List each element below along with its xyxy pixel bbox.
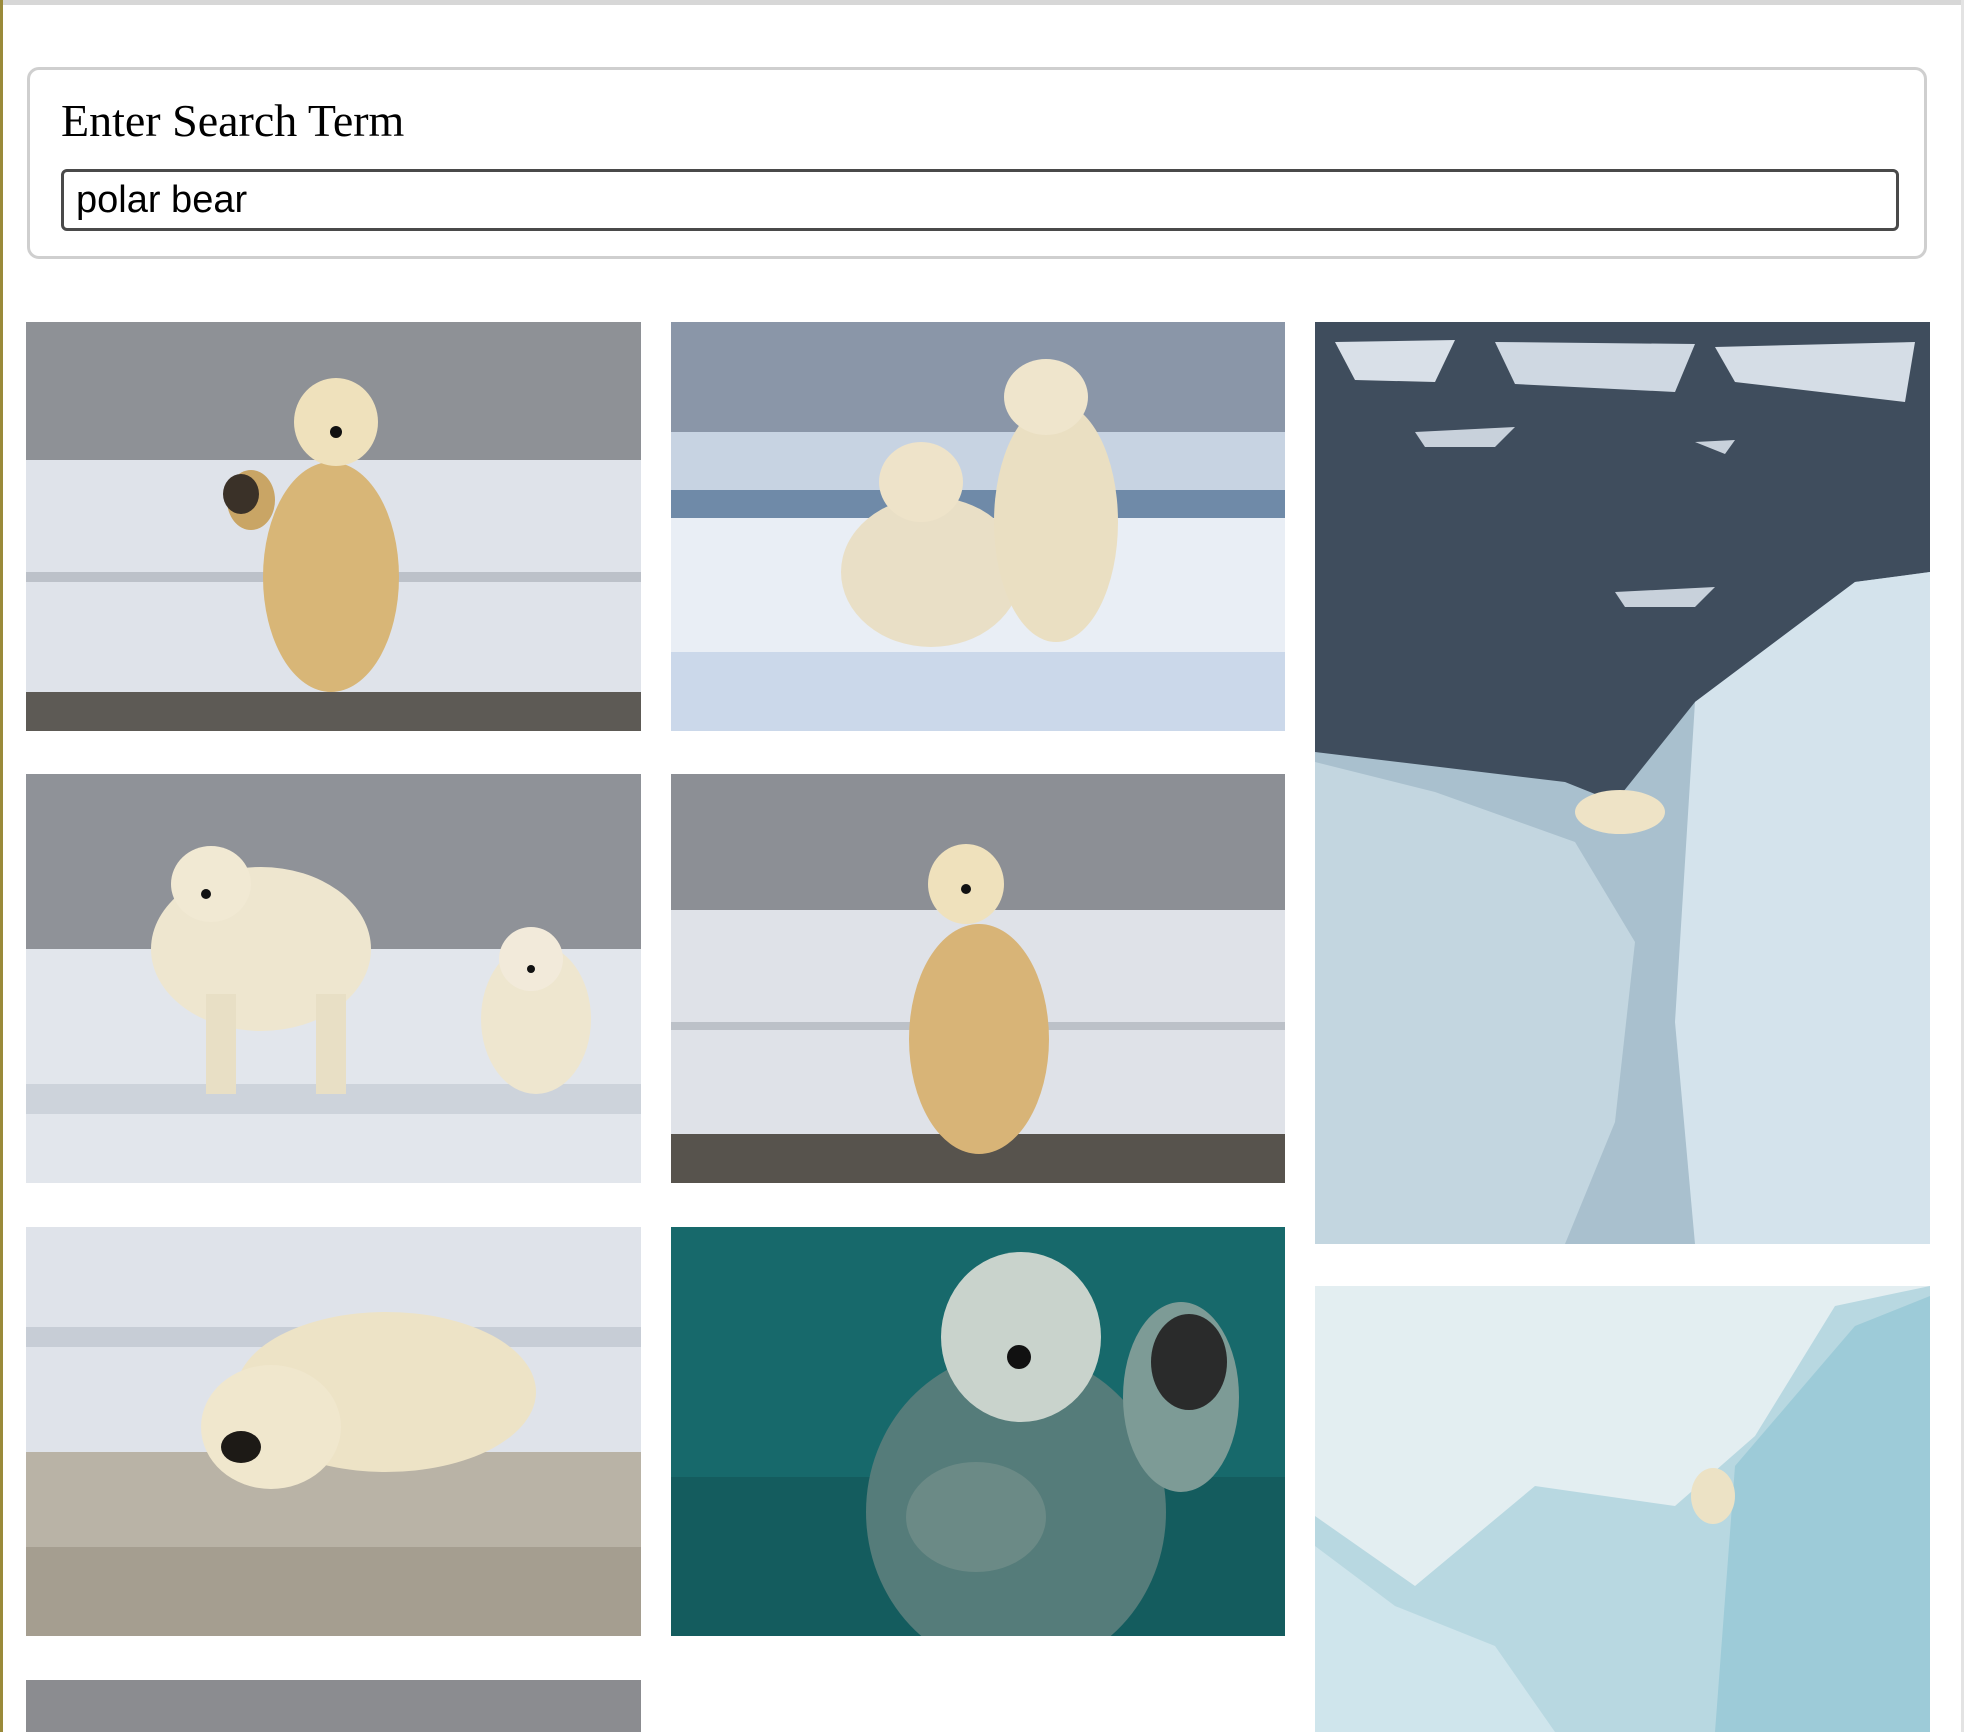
result-image-6[interactable] [26, 1227, 641, 1636]
search-label: Enter Search Term [61, 95, 405, 146]
result-image-4[interactable] [26, 774, 641, 1183]
result-image-3[interactable] [1315, 322, 1930, 1244]
polar-bear-on-iceberg-photo [1315, 322, 1930, 1244]
result-image-5[interactable] [671, 774, 1285, 1183]
top-border [0, 0, 1964, 5]
polar-bear-swimming-photo [671, 1227, 1285, 1636]
result-image-1[interactable] [26, 322, 641, 731]
polar-bear-lying-on-ice-photo [26, 1227, 641, 1636]
polar-bears-playing-photo [671, 322, 1285, 731]
window-left-edge [0, 0, 3, 1732]
polar-bear-waving-photo [26, 322, 641, 731]
search-input[interactable] [61, 169, 1899, 231]
polar-bear-and-cub-photo [26, 774, 641, 1183]
polar-bear-standing-photo [671, 774, 1285, 1183]
result-image-9[interactable] [26, 1680, 641, 1732]
search-form: Enter Search Term [27, 67, 1927, 259]
result-image-8[interactable] [1315, 1286, 1930, 1732]
result-image-2[interactable] [671, 322, 1285, 731]
result-image-7[interactable] [671, 1227, 1285, 1636]
partial-image-photo [26, 1680, 641, 1732]
polar-bear-on-blue-ice-photo [1315, 1286, 1930, 1732]
